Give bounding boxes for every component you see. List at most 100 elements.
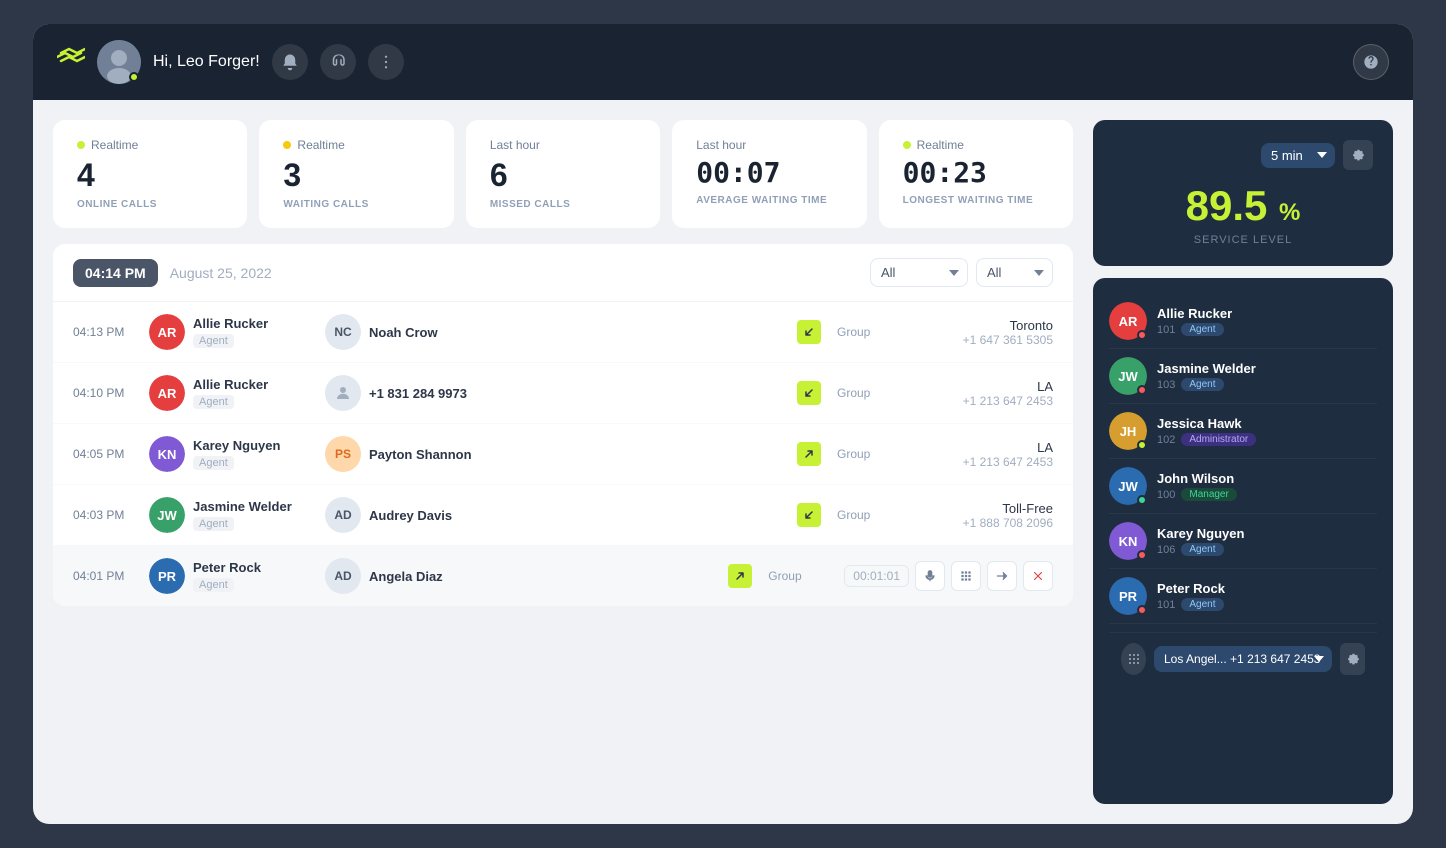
agent-list-item[interactable]: AR Allie Rucker 101 Agent: [1109, 294, 1377, 349]
agent-avatar-ring: AR: [1109, 302, 1147, 340]
headset-button[interactable]: [320, 44, 356, 80]
agent-ext: 103: [1157, 379, 1175, 391]
call-direction-badge: [797, 503, 821, 527]
agent-info: JW Jasmine Welder Agent: [149, 497, 309, 533]
agent-info: KN Karey Nguyen Agent: [149, 436, 309, 472]
help-button[interactable]: [1353, 44, 1389, 80]
agent-status-indicator: [1137, 440, 1147, 450]
agent-ext: 106: [1157, 544, 1175, 556]
group-label: Group: [837, 386, 897, 400]
online-calls-value: 4: [77, 158, 223, 193]
agent-avatar: PR: [149, 558, 185, 594]
agent-name: Allie Rucker: [1157, 306, 1377, 321]
location-settings-button[interactable]: [1340, 643, 1365, 675]
filter-row: All Inbound Outbound All Group Direct: [870, 258, 1053, 287]
user-avatar-wrap: [97, 40, 141, 84]
type-filter[interactable]: All Group Direct: [976, 258, 1053, 287]
longest-wait-value: 00:23: [903, 158, 1049, 189]
call-time: 04:13 PM: [73, 325, 133, 339]
call-actions: 00:01:01: [844, 561, 1053, 591]
group-label: Group: [837, 447, 897, 461]
waiting-calls-value: 3: [283, 158, 429, 193]
caller-info: AD Angela Diaz: [325, 558, 712, 594]
caller-info: PS Payton Shannon: [325, 436, 781, 472]
agent-ext: 101: [1157, 324, 1175, 336]
service-level-value: 89.5 %: [1186, 182, 1301, 229]
caller-info: +1 831 284 9973: [325, 375, 781, 411]
caller-info: NC Noah Crow: [325, 314, 781, 350]
keypad-button[interactable]: [951, 561, 981, 591]
agent-name: Karey Nguyen: [1157, 526, 1377, 541]
call-time: 04:03 PM: [73, 508, 133, 522]
call-row: 04:05 PM KN Karey Nguyen Agent PS Payton…: [53, 424, 1073, 485]
agent-role-badge: Agent: [1181, 598, 1223, 611]
call-log: 04:14 PM August 25, 2022 All Inbound Out…: [53, 244, 1073, 606]
agent-status-indicator: [1137, 385, 1147, 395]
agent-avatar: KN: [149, 436, 185, 472]
agent-avatar-ring: PR: [1109, 577, 1147, 615]
notification-button[interactable]: [272, 44, 308, 80]
avg-wait-value: 00:07: [696, 158, 842, 189]
missed-calls-label: MISSED CALLS: [490, 199, 636, 210]
caller-info: AD Audrey Davis: [325, 497, 781, 533]
call-row: 04:10 PM AR Allie Rucker Agent: [53, 363, 1073, 424]
call-direction-badge: [797, 381, 821, 405]
agent-info: PR Peter Rock Agent: [149, 558, 309, 594]
service-level-card: 5 min 15 min 30 min 1 hour 89.5 % SERVIC…: [1093, 120, 1393, 266]
stat-avg-wait: Last hour 00:07 AVERAGE WAITING TIME: [672, 120, 866, 228]
call-direction-badge: [728, 564, 752, 588]
call-row: 04:13 PM AR Allie Rucker Agent NC Noah C…: [53, 302, 1073, 363]
transfer-button[interactable]: [987, 561, 1017, 591]
agent-info: AR Allie Rucker Agent: [149, 314, 309, 350]
agent-name: Peter Rock: [1157, 581, 1377, 596]
time-range-selector[interactable]: 5 min 15 min 30 min 1 hour: [1261, 143, 1335, 168]
agent-info: AR Allie Rucker Agent: [149, 375, 309, 411]
agent-role-badge: Agent: [1181, 378, 1223, 391]
stats-row: realtime 4 ONLINE CALLS Realtime 3 WAITI…: [53, 120, 1073, 228]
service-level-label: SERVICE LEVEL: [1113, 234, 1373, 246]
caller-avatar: PS: [325, 436, 361, 472]
stat-missed-calls: Last hour 6 MISSED CALLS: [466, 120, 660, 228]
agent-status-indicator: [1137, 605, 1147, 615]
location-info: Toronto +1 647 361 5305: [913, 318, 1053, 347]
group-label: Group: [837, 508, 897, 522]
bottom-bar: Los Angel... +1 213 647 2453: [1109, 632, 1377, 685]
stat-period-label2: Last hour: [696, 138, 746, 152]
agent-name: Jessica Hawk: [1157, 416, 1377, 431]
call-direction-badge: [797, 442, 821, 466]
agent-list-item[interactable]: KN Karey Nguyen 106 Agent: [1109, 514, 1377, 569]
realtime-dot: [77, 141, 85, 149]
agent-status-indicator: [1137, 550, 1147, 560]
agent-list-item[interactable]: JW Jasmine Welder 103 Agent: [1109, 349, 1377, 404]
agent-list-item[interactable]: JW John Wilson 100 Manager: [1109, 459, 1377, 514]
agent-list-item[interactable]: PR Peter Rock 101 Agent: [1109, 569, 1377, 624]
hangup-button[interactable]: [1023, 561, 1053, 591]
location-select[interactable]: Los Angel... +1 213 647 2453: [1154, 646, 1332, 672]
agent-role-badge: Agent: [1181, 543, 1223, 556]
call-timer: 00:01:01: [844, 565, 909, 587]
call-log-header: 04:14 PM August 25, 2022 All Inbound Out…: [53, 244, 1073, 302]
service-settings-button[interactable]: [1343, 140, 1373, 170]
realtime-dot-yellow: [283, 141, 291, 149]
group-label: Group: [837, 325, 897, 339]
agent-avatar-ring: KN: [1109, 522, 1147, 560]
avg-wait-label: AVERAGE WAITING TIME: [696, 195, 842, 206]
stat-online-calls: realtime 4 ONLINE CALLS: [53, 120, 247, 228]
online-calls-label: ONLINE CALLS: [77, 199, 223, 210]
direction-filter[interactable]: All Inbound Outbound: [870, 258, 968, 287]
current-date: August 25, 2022: [170, 265, 272, 281]
mute-button[interactable]: [915, 561, 945, 591]
greeting-text: Hi, Leo Forger!: [153, 53, 260, 71]
agent-avatar: AR: [149, 375, 185, 411]
agent-ext: 101: [1157, 599, 1175, 611]
realtime-dot3: [903, 141, 911, 149]
more-options-button[interactable]: [368, 44, 404, 80]
agent-avatar: AR: [149, 314, 185, 350]
stat-type-label3: Realtime: [917, 138, 964, 152]
agent-list-item[interactable]: JH Jessica Hawk 102 Administrator: [1109, 404, 1377, 459]
right-panel: 5 min 15 min 30 min 1 hour 89.5 % SERVIC…: [1093, 120, 1393, 804]
dialpad-button[interactable]: [1121, 643, 1146, 675]
stat-period-label: Last hour: [490, 138, 540, 152]
location-info: Toll-Free +1 888 708 2096: [913, 501, 1053, 530]
agent-name: John Wilson: [1157, 471, 1377, 486]
